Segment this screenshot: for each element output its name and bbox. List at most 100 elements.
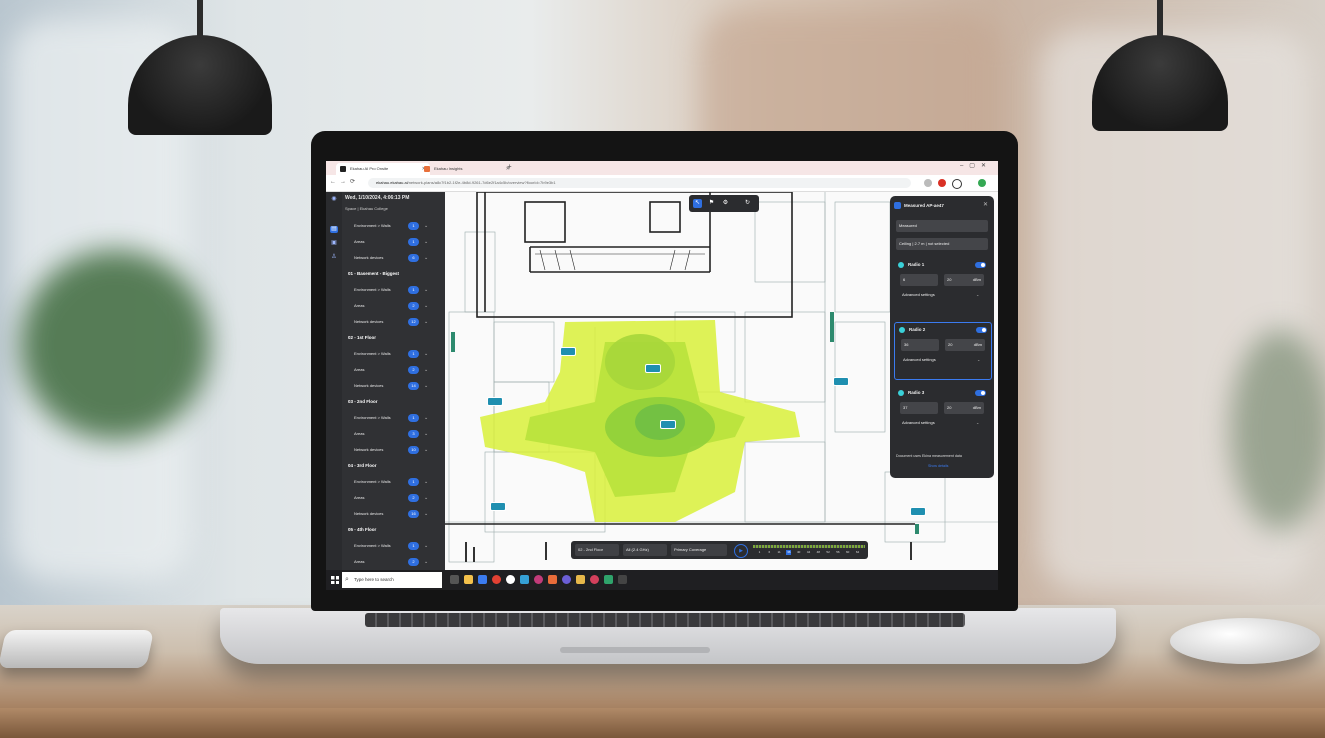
advanced-settings-toggle[interactable]: Advanced settings ⌄	[903, 357, 980, 362]
floor-plan-map[interactable]: ↖ ⚑ ⚙ ↻ Measured AP-ae47 ✕ Measured Ceil…	[445, 192, 998, 570]
taskbar-search-input[interactable]: Type here to search	[342, 572, 442, 588]
sidebar-layer-item[interactable]: Environment > Walls 1 ⌄	[342, 282, 445, 298]
access-point-marker[interactable]	[833, 377, 849, 386]
access-point-marker[interactable]	[910, 507, 926, 516]
window-controls[interactable]: –▢✕	[960, 162, 992, 169]
access-point-marker[interactable]	[560, 347, 576, 356]
tx-power-input[interactable]: 20 dBm	[945, 339, 985, 351]
channel-cell[interactable]: 48	[816, 550, 821, 555]
channel-cell[interactable]: 40	[796, 550, 801, 555]
band-select[interactable]: All (2.4 GHz)	[623, 544, 667, 556]
extension-icon[interactable]	[952, 179, 962, 189]
chevron-down-icon[interactable]: ⌄	[424, 490, 428, 506]
chevron-down-icon[interactable]: ⌄	[424, 362, 428, 378]
chevron-down-icon[interactable]: ⌄	[424, 538, 428, 554]
floor-group-header[interactable]: 02 - 1st Floor	[342, 330, 445, 346]
floor-group-header[interactable]: 05 - 4th Floor	[342, 522, 445, 538]
channel-cell[interactable]: 11	[777, 550, 782, 555]
new-tab-plus-icon[interactable]: +	[507, 162, 512, 171]
floor-group-header[interactable]: 01 - Basement - Biggest	[342, 266, 445, 282]
app-icon[interactable]	[520, 575, 529, 584]
browser-tab-insights[interactable]: Ekahau Insights ✕	[420, 163, 514, 175]
tx-power-input[interactable]: 20 dBm	[944, 402, 984, 414]
sidebar-layer-item[interactable]: Areas 2 ⌄	[342, 362, 445, 378]
extension-icon[interactable]	[924, 179, 932, 187]
app-icon[interactable]	[534, 575, 543, 584]
channel-cell[interactable]: 64	[855, 550, 860, 555]
channel-cell[interactable]: 60	[845, 550, 850, 555]
chevron-down-icon[interactable]: ⌄	[424, 298, 428, 314]
chevron-down-icon[interactable]: ⌄	[424, 426, 428, 442]
access-point-marker[interactable]	[645, 364, 661, 373]
task-view-icon[interactable]	[450, 575, 459, 584]
extension-icon[interactable]	[938, 179, 946, 187]
sidebar-layer-item[interactable]: Areas 2 ⌄	[342, 554, 445, 570]
sidebar-layer-item[interactable]: Environment > Walls 1 ⌄	[342, 538, 445, 554]
sidebar-layer-item[interactable]: Environment > Walls 1 ⌄	[342, 474, 445, 490]
chevron-down-icon[interactable]: ⌄	[424, 250, 428, 266]
chevron-down-icon[interactable]: ⌄	[424, 554, 428, 570]
app-icon[interactable]	[562, 575, 571, 584]
document-icon[interactable]: ▣	[330, 240, 338, 247]
sidebar-layer-item[interactable]: Environment > Walls 1 ⌄	[342, 218, 445, 234]
sidebar-layer-item[interactable]: Environment > Walls 1 ⌄	[342, 346, 445, 362]
radio-toggle[interactable]	[975, 262, 986, 268]
channel-timeline[interactable]: 1 6 11 36 40 44 48 52 56 60 64	[753, 544, 865, 556]
app-icon[interactable]	[506, 575, 515, 584]
sidebar-layer-item[interactable]: Areas 2 ⌄	[342, 490, 445, 506]
show-details-link[interactable]: Show details	[928, 464, 948, 468]
chevron-down-icon[interactable]: ⌄	[424, 314, 428, 330]
visualization-select[interactable]: Primary Coverage	[671, 544, 727, 556]
menu-icon[interactable]: ◉	[330, 196, 338, 203]
channel-input[interactable]: 36	[901, 339, 939, 351]
play-icon[interactable]: ▶	[734, 544, 748, 558]
url-input[interactable]: ekahau.ekahau.ai/network-plans/a8c7f1b2-…	[368, 178, 911, 188]
site-selector[interactable]: Space | Ekahau College	[345, 206, 388, 211]
radio-toggle[interactable]	[976, 327, 987, 333]
windows-start-icon[interactable]	[331, 576, 339, 584]
access-point-marker[interactable]	[487, 397, 503, 406]
chevron-down-icon[interactable]: ⌄	[424, 442, 428, 458]
sidebar-layer-item[interactable]: Areas 3 ⌄	[342, 426, 445, 442]
channel-cell[interactable]: 56	[835, 550, 840, 555]
close-icon[interactable]: ✕	[983, 201, 988, 208]
sidebar-layer-item[interactable]: Environment > Walls 1 ⌄	[342, 410, 445, 426]
access-point-marker[interactable]	[490, 502, 506, 511]
mounting-select[interactable]: Ceiling | 2.7 m | not selected	[896, 238, 988, 250]
chevron-down-icon[interactable]: ⌄	[424, 506, 428, 522]
sidebar-layer-item[interactable]: Network devices 12 ⌄	[342, 314, 445, 330]
browser-tab-onsite[interactable]: Ekahau AI Pro Onsite ✕	[336, 163, 430, 175]
sidebar-layer-item[interactable]: Network devices 10 ⌄	[342, 442, 445, 458]
people-icon[interactable]: ♙	[330, 254, 338, 261]
floor-group-header[interactable]: 04 - 3rd Floor	[342, 458, 445, 474]
channel-cell[interactable]: 1	[757, 550, 762, 555]
chevron-down-icon[interactable]: ⌄	[424, 378, 428, 394]
file-explorer-icon[interactable]	[464, 575, 473, 584]
channel-cell[interactable]: 36	[786, 550, 792, 555]
select-tool-icon[interactable]: ↖	[693, 199, 702, 208]
advanced-settings-toggle[interactable]: Advanced settings ⌄	[902, 420, 979, 425]
chevron-down-icon[interactable]: ⌄	[424, 234, 428, 250]
refresh-icon[interactable]: ↻	[743, 199, 752, 208]
sidebar-layer-item[interactable]: Network devices 16 ⌄	[342, 506, 445, 522]
channel-cell[interactable]: 52	[826, 550, 831, 555]
chevron-down-icon[interactable]: ⌄	[424, 218, 428, 234]
sidebar-layer-item[interactable]: Areas 2 ⌄	[342, 298, 445, 314]
floor-group-header[interactable]: 03 - 2nd Floor	[342, 394, 445, 410]
app-icon[interactable]	[548, 575, 557, 584]
radio-toggle[interactable]	[975, 390, 986, 396]
channel-cell[interactable]: 6	[767, 550, 772, 555]
chrome-icon[interactable]	[492, 575, 501, 584]
layers-icon[interactable]: ▤	[330, 226, 338, 233]
app-icon[interactable]	[590, 575, 599, 584]
floor-select[interactable]: 02 - 2nd Floor	[575, 544, 619, 556]
advanced-settings-toggle[interactable]: Advanced settings ⌄	[902, 292, 979, 297]
chevron-down-icon[interactable]: ⌄	[424, 474, 428, 490]
access-point-marker[interactable]	[660, 420, 676, 429]
flag-tool-icon[interactable]: ⚑	[707, 199, 716, 208]
back-forward-reload-icons[interactable]: ←→⟳	[330, 178, 359, 185]
chevron-down-icon[interactable]: ⌄	[424, 346, 428, 362]
settings-icon[interactable]: ⚙	[721, 199, 730, 208]
app-icon[interactable]	[604, 575, 613, 584]
sidebar-layer-item[interactable]: Areas 1 ⌄	[342, 234, 445, 250]
